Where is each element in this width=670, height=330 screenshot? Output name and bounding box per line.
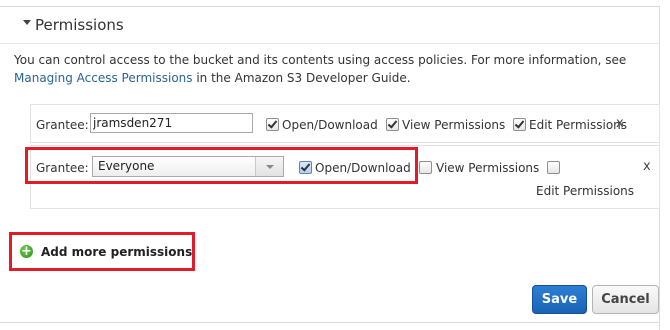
open-download-checkbox[interactable] [266,118,279,131]
remove-grant-close-icon[interactable]: x [616,117,624,131]
collapse-caret-icon[interactable] [23,20,31,25]
add-more-permissions-button[interactable]: + Add more permissions [19,244,193,261]
section-rule [0,43,660,44]
top-divider [0,6,660,7]
grantee-input[interactable] [90,113,253,133]
highlight-everyone-grant [25,147,418,184]
bottom-divider [0,322,660,323]
edit-permissions-checkbox[interactable] [547,161,560,174]
grant-row-1: Grantee: Open/Download View Permissions … [30,104,660,143]
edit-permissions-label: Edit Permissions [536,184,635,198]
description-suffix: in the Amazon S3 Developer Guide. [192,71,411,85]
managing-access-link[interactable]: Managing Access Permissions [14,71,193,85]
view-permissions-label: View Permissions [436,161,540,175]
cancel-button[interactable]: Cancel [592,285,659,314]
view-permissions-checkbox[interactable] [386,118,399,131]
section-title[interactable]: Permissions [35,15,124,35]
description-text: You can control access to the bucket and… [14,53,627,67]
section-description: You can control access to the bucket and… [14,51,654,87]
save-button[interactable]: Save [532,285,587,314]
open-download-label: Open/Download [282,118,378,132]
edit-permissions-label: Edit Permissions [529,118,628,132]
grantee-label: Grantee: [36,118,89,132]
view-permissions-checkbox[interactable] [419,161,432,174]
remove-grant-close-icon[interactable]: x [643,160,651,174]
add-more-label: Add more permissions [41,245,193,259]
view-permissions-label: View Permissions [402,118,506,132]
add-plus-icon: + [20,244,33,259]
edit-permissions-checkbox[interactable] [513,118,526,131]
